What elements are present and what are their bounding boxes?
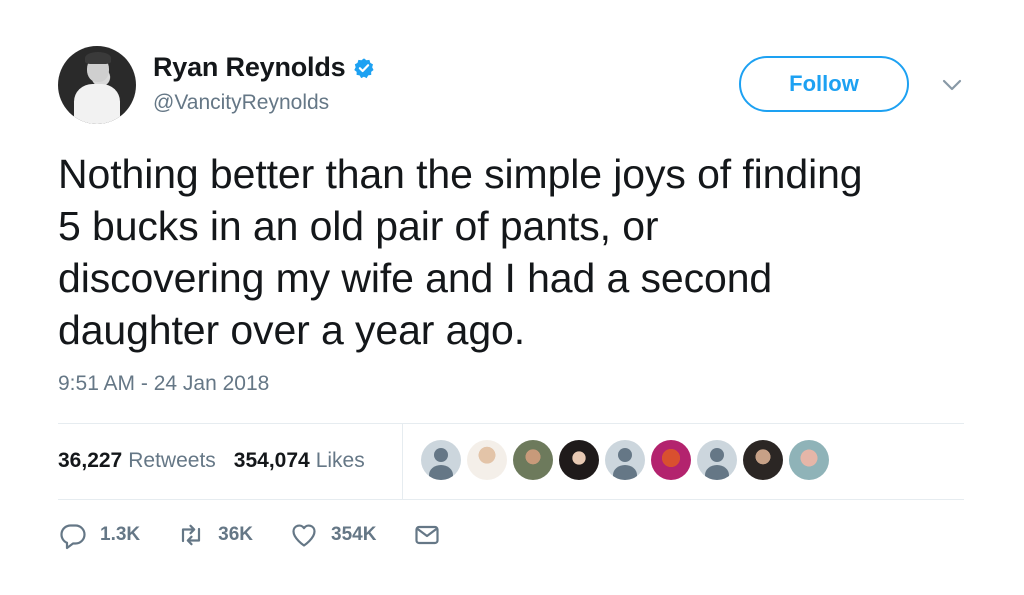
author-handle[interactable]: @VancityReynolds [153,91,329,115]
reply-icon [60,524,86,550]
liker-avatar[interactable] [605,440,645,480]
avatar-torso [74,84,120,124]
liker-avatar[interactable] [513,440,553,480]
divider-vertical [402,424,403,499]
tweet-text-line: 5 bucks in an old pair of pants, or [58,203,659,249]
retweet-count: 36K [218,524,253,545]
like-icon [292,524,316,547]
liker-avatar[interactable] [697,440,737,480]
divider [58,423,964,424]
follow-button[interactable]: Follow [739,56,909,112]
author-name-row: Ryan Reynolds [153,52,375,83]
message-icon [415,525,440,545]
direct-message-button[interactable] [412,520,442,550]
verified-icon [354,57,374,78]
liker-avatars [421,440,835,480]
tweet-timestamp[interactable]: 9:51 AM - 24 Jan 2018 [58,372,269,396]
tweet-stats: 36,227 Retweets 354,074 Likes [58,449,383,473]
tweet-card: Ryan Reynolds @VancityReynolds Follow No… [0,0,1024,595]
author-display-name[interactable]: Ryan Reynolds [153,52,346,83]
chevron-down-icon[interactable] [937,74,967,96]
liker-avatar[interactable] [651,440,691,480]
likes-label[interactable]: Likes [316,449,365,473]
reply-count: 1.3K [100,524,141,545]
liker-avatar[interactable] [559,440,599,480]
liker-avatar[interactable] [467,440,507,480]
likes-count[interactable]: 354,074 [234,449,310,473]
liker-avatar[interactable] [789,440,829,480]
like-count: 354K [331,524,377,545]
tweet-text-line: Nothing better than the simple joys of f… [58,151,863,197]
tweet-actions: 1.3K 36K 354K [58,520,478,550]
tweet-text-line: discovering my wife and I had a second [58,255,773,301]
retweets-label[interactable]: Retweets [128,449,216,473]
like-button[interactable]: 354K [289,520,376,550]
liker-avatar[interactable] [421,440,461,480]
divider [58,499,964,500]
retweet-button[interactable]: 36K [176,520,253,550]
author-avatar[interactable] [58,46,136,124]
retweets-count[interactable]: 36,227 [58,449,122,473]
retweet-icon [182,524,201,546]
tweet-text-line: daughter over a year ago. [58,307,526,353]
liker-avatar[interactable] [743,440,783,480]
avatar-hair [85,52,111,64]
reply-button[interactable]: 1.3K [58,520,140,550]
tweet-text: Nothing better than the simple joys of f… [58,148,988,356]
